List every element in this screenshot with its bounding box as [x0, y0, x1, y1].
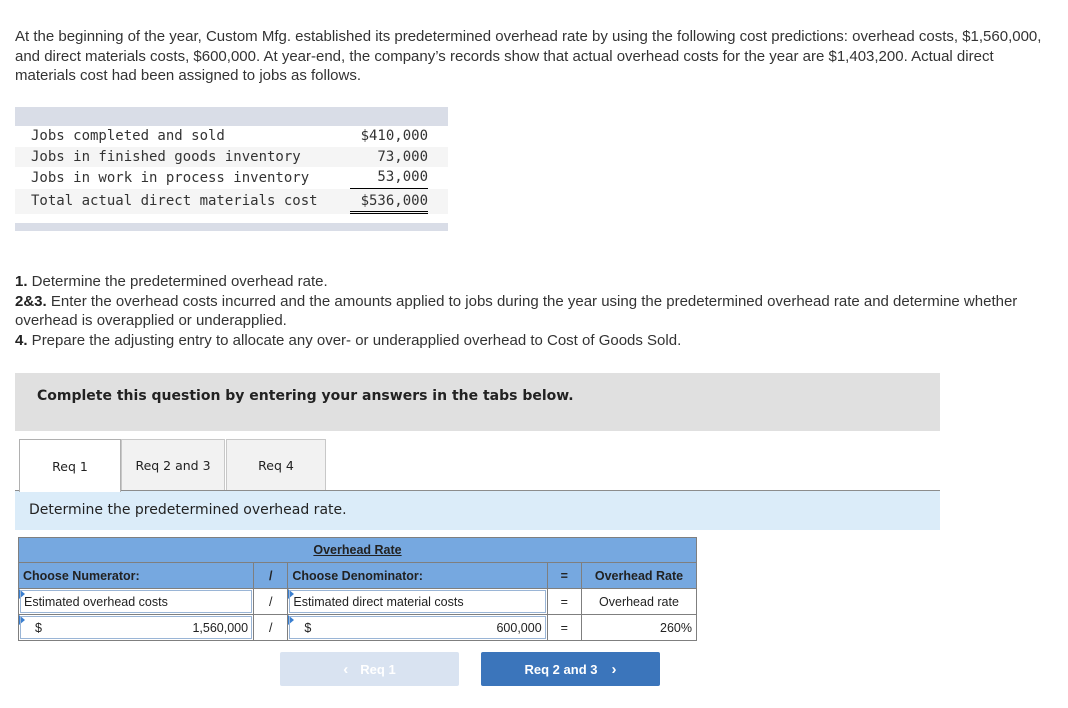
- equals-symbol: =: [546, 588, 582, 615]
- requirement-item: 4. Prepare the adjusting entry to alloca…: [15, 331, 682, 349]
- chevron-left-icon: ‹: [343, 660, 349, 678]
- row-label: Total actual direct materials cost: [15, 188, 319, 214]
- row-amount: $410,000: [360, 128, 428, 144]
- equals-symbol: =: [546, 614, 582, 641]
- table-row-total: Total actual direct materials cost $536,…: [15, 188, 448, 214]
- table-row: Jobs in work in process inventory 53,000: [15, 167, 448, 189]
- divide-symbol: /: [253, 588, 289, 615]
- result-label: Overhead rate: [580, 588, 698, 615]
- currency-symbol: $: [304, 620, 312, 635]
- direct-materials-table: Jobs completed and sold $410,000 Jobs in…: [15, 107, 448, 231]
- divide-symbol: /: [253, 614, 289, 641]
- row-label: Jobs in work in process inventory: [31, 169, 310, 186]
- next-req-button[interactable]: Req 2 and 3 ›: [481, 652, 660, 686]
- denominator-input[interactable]: $600,000: [287, 614, 548, 641]
- overhead-rate-result: 260%: [580, 614, 698, 641]
- requirements-list: 1. Determine the predetermined overhead …: [15, 272, 1055, 350]
- equals-symbol: =: [546, 562, 582, 589]
- banner-text: Complete this question by entering your …: [37, 388, 574, 404]
- table-row: Jobs completed and sold $410,000: [15, 126, 448, 147]
- requirement-item: 2&3. Enter the overhead costs incurred a…: [15, 292, 1018, 330]
- tab-instruction: Determine the predetermined overhead rat…: [15, 491, 940, 530]
- problem-intro: At the beginning of the year, Custom Mfg…: [15, 28, 1042, 84]
- overhead-rate-table: Overhead Rate Choose Numerator: / Choose…: [17, 537, 698, 641]
- denominator-select[interactable]: Estimated direct material costs: [287, 588, 548, 615]
- label-row: Estimated overhead costs / Estimated dir…: [17, 588, 698, 615]
- denominator-header: Choose Denominator:: [287, 562, 548, 589]
- numerator-header: Choose Numerator:: [17, 562, 255, 589]
- numerator-input[interactable]: $1,560,000: [17, 614, 255, 641]
- instructions-banner: Complete this question by entering your …: [15, 373, 940, 431]
- row-amount: $536,000: [350, 189, 428, 214]
- prev-req-button[interactable]: ‹ Req 1: [280, 652, 459, 686]
- requirement-item: 1. Determine the predetermined overhead …: [15, 273, 328, 290]
- result-header: Overhead Rate: [580, 562, 698, 589]
- header-row: Choose Numerator: / Choose Denominator: …: [17, 562, 698, 589]
- row-amount: 73,000: [377, 148, 428, 165]
- tab-req-4[interactable]: Req 4: [226, 439, 326, 491]
- tab-req-1[interactable]: Req 1: [19, 439, 121, 492]
- table-title: Overhead Rate: [18, 537, 697, 563]
- row-amount: 53,000: [350, 167, 428, 189]
- tab-req-2-and-3[interactable]: Req 2 and 3: [121, 439, 225, 491]
- value-row: $1,560,000 / $600,000 = 260%: [17, 614, 698, 641]
- table-top-band: [15, 107, 448, 126]
- row-label: Jobs completed and sold: [31, 128, 225, 144]
- divide-symbol: /: [253, 562, 289, 589]
- table-bottom-band: [15, 222, 448, 231]
- chevron-right-icon: ›: [611, 660, 617, 678]
- currency-symbol: $: [35, 620, 42, 635]
- row-label: Jobs in finished goods inventory: [15, 146, 319, 167]
- numerator-select[interactable]: Estimated overhead costs: [17, 588, 255, 615]
- table-row: Jobs in finished goods inventory 73,000: [15, 146, 448, 167]
